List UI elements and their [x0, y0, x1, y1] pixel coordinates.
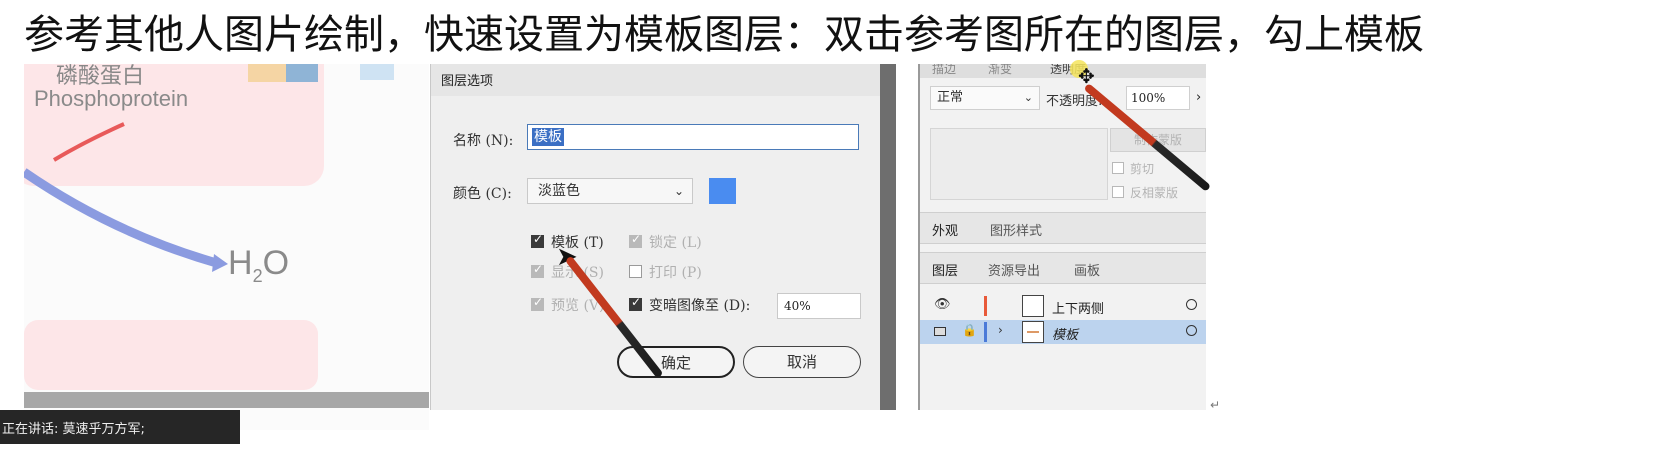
preview-checkbox[interactable]: [531, 295, 544, 311]
dialog-title: 图层选项: [441, 74, 494, 89]
layer-thumbnail: [1022, 295, 1044, 317]
dialog-scrollbar[interactable]: [880, 64, 896, 410]
layer-color-bar: [984, 322, 987, 342]
dialog-titlebar[interactable]: 图层选项: [431, 64, 881, 96]
dim-label: 变暗图像至 (D):: [649, 298, 751, 314]
lock-label: 锁定 (L): [649, 235, 702, 251]
status-bar: 正在讲话: 莫速乎万方军;: [0, 410, 240, 444]
layer-name[interactable]: 上下两侧: [1052, 298, 1104, 317]
print-checkbox[interactable]: [629, 265, 642, 278]
layer-row[interactable]: 👁 上下两侧: [920, 294, 1206, 318]
tab-asset-export[interactable]: 资源导出: [988, 260, 1040, 279]
tab-gradient[interactable]: 渐变: [988, 64, 1012, 77]
cancel-button[interactable]: 取消: [743, 346, 861, 378]
speaking-status: 正在讲话: 莫速乎万方军;: [2, 422, 145, 437]
color-select[interactable]: 淡蓝色 ⌄: [527, 178, 693, 204]
name-value-selected: 模板: [532, 128, 564, 146]
panel-tabs-top: 描边 渐变 透明度: [920, 64, 1206, 78]
layer-name[interactable]: 模板: [1052, 324, 1078, 343]
lock-icon[interactable]: 🔒: [962, 323, 977, 337]
layer-color-bar: [984, 296, 987, 316]
color-label: 颜色 (C):: [453, 186, 512, 202]
eye-icon[interactable]: 👁: [934, 297, 951, 312]
layer-name-input[interactable]: 模板: [527, 124, 859, 150]
target-circle-icon[interactable]: [1186, 299, 1197, 310]
layers-tabbar: 图层 资源导出 画板: [920, 252, 1206, 284]
tab-artboards[interactable]: 画板: [1074, 260, 1100, 279]
color-select-value: 淡蓝色: [538, 183, 580, 199]
target-circle-icon[interactable]: [1186, 325, 1197, 336]
print-label: 打印 (P): [649, 265, 702, 281]
invert-mask-label: 反相蒙版: [1130, 186, 1179, 200]
tab-layers[interactable]: 图层: [932, 260, 958, 279]
layer-row-selected[interactable]: 🔒 › 模板: [920, 320, 1206, 344]
show-checkbox[interactable]: [531, 262, 544, 278]
tab-graphic-styles[interactable]: 图形样式: [990, 220, 1042, 239]
color-swatch[interactable]: [709, 178, 736, 204]
chevron-down-icon: ⌄: [1023, 91, 1033, 104]
invert-mask-checkbox[interactable]: [1112, 186, 1124, 198]
name-label: 名称 (N):: [453, 133, 514, 149]
clip-label: 剪切: [1130, 162, 1155, 176]
tab-stroke[interactable]: 描边: [932, 64, 956, 77]
blend-mode-value: 正常: [937, 90, 964, 105]
reference-illustration: 磷酸蛋白 Phosphoprotein H2O: [24, 64, 429, 430]
transparency-thumbnail: [930, 128, 1108, 200]
chevron-right-icon[interactable]: ›: [998, 323, 1003, 337]
pink-box-bottom: [24, 320, 318, 390]
blend-mode-select[interactable]: 正常 ⌄: [930, 86, 1040, 110]
tab-appearance[interactable]: 外观: [932, 220, 958, 239]
template-checkbox[interactable]: [531, 232, 544, 248]
canvas-edge: [24, 392, 429, 408]
h2o-label: H2O: [228, 244, 290, 286]
opacity-input[interactable]: 100%: [1126, 86, 1190, 110]
dim-checkbox[interactable]: [629, 295, 642, 311]
template-layer-icon[interactable]: [934, 327, 946, 336]
chevron-right-icon[interactable]: ›: [1196, 90, 1201, 105]
lock-checkbox[interactable]: [629, 232, 642, 248]
adobe-panels: 描边 渐变 透明度 正常 ⌄ 不透明度: 100% › 制作蒙版 剪切 反相蒙版…: [918, 64, 1206, 410]
layer-options-dialog: 图层选项 名称 (N): 模板 颜色 (C): 淡蓝色 ⌄ 模板 (T) 锁定 …: [430, 64, 881, 410]
tutorial-caption: 参考其他人图片绘制，快速设置为模板图层：双击参考图所在的图层，勾上模板: [24, 12, 1424, 58]
clip-checkbox[interactable]: [1112, 162, 1124, 174]
layer-thumbnail: [1022, 321, 1044, 343]
appearance-tabbar: 外观 图形样式: [920, 212, 1206, 244]
return-mark: ↵: [1210, 398, 1221, 412]
dim-percent-input[interactable]: 40%: [777, 293, 861, 319]
chevron-down-icon: ⌄: [673, 184, 684, 198]
